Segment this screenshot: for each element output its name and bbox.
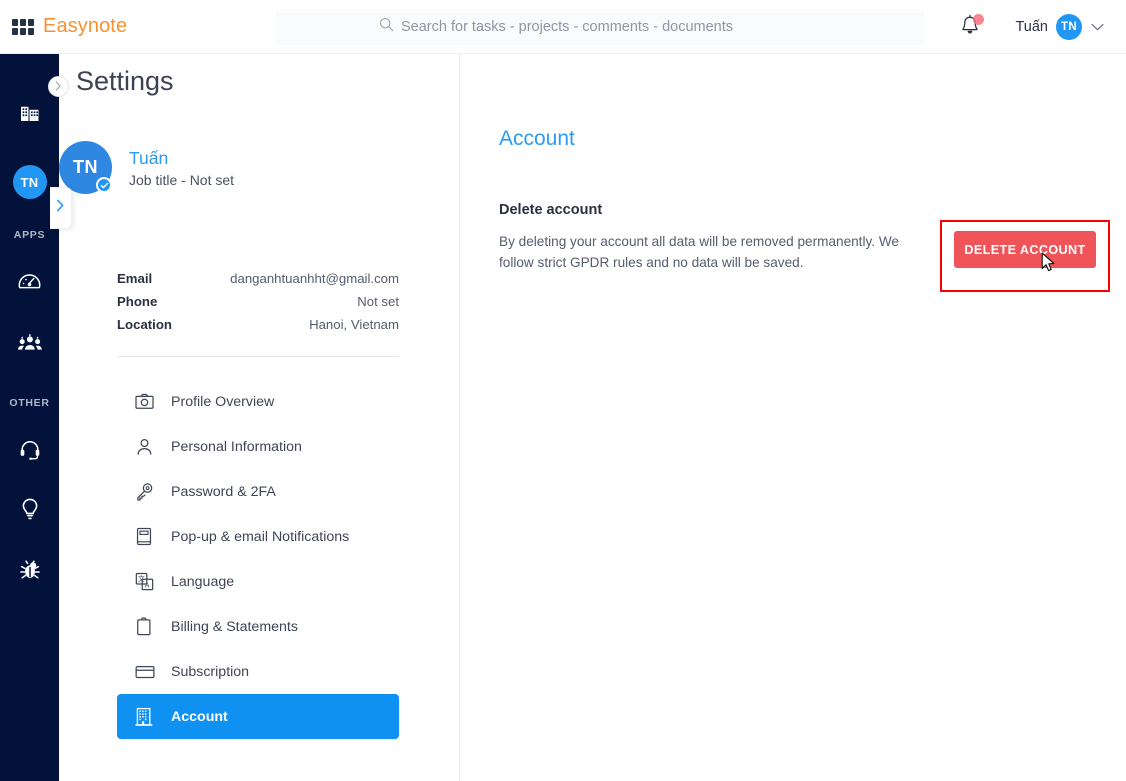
app-grid-icon[interactable] bbox=[12, 18, 34, 35]
sidebar-expand-tab[interactable] bbox=[50, 187, 72, 229]
menu-item-label: Account bbox=[171, 708, 228, 725]
info-row-location: Location Hanoi, Vietnam bbox=[117, 317, 399, 332]
sidebar-item-language[interactable]: 文 A Language bbox=[117, 559, 399, 604]
top-right-area: Tuấn TN bbox=[959, 0, 1104, 54]
headset-support-icon bbox=[18, 438, 42, 467]
menu-item-label: Subscription bbox=[171, 663, 250, 680]
clipboard-icon bbox=[135, 617, 161, 636]
profile-name[interactable]: Tuấn bbox=[129, 147, 234, 170]
info-key: Email bbox=[117, 271, 153, 286]
notification-document-icon bbox=[135, 527, 161, 546]
sidebar-item-notifications[interactable]: Pop-up & email Notifications bbox=[117, 514, 399, 559]
profile-meta: Tuấn Job title - Not set bbox=[129, 147, 234, 189]
profile-avatar-wrap[interactable]: TN bbox=[59, 141, 112, 194]
svg-text:A: A bbox=[145, 583, 150, 590]
search-inner bbox=[379, 17, 821, 37]
dashboard-icon bbox=[17, 270, 42, 300]
search-bar[interactable] bbox=[276, 9, 924, 45]
sidebar-section-apps: APPS bbox=[13, 229, 46, 241]
profile-info-table: Email danganhtuanhht@gmail.com Phone Not… bbox=[117, 271, 399, 340]
avatar[interactable]: TN bbox=[1056, 14, 1082, 40]
menu-item-label: Profile Overview bbox=[171, 393, 275, 410]
sidebar-item-password-2fa[interactable]: Password & 2FA bbox=[117, 469, 399, 514]
info-key: Phone bbox=[117, 294, 158, 309]
search-icon bbox=[379, 17, 394, 37]
section-title: Delete account bbox=[499, 202, 603, 218]
left-nav: TN APPS OTHER bbox=[0, 54, 59, 781]
user-name-label: Tuấn bbox=[1015, 19, 1048, 35]
app-root: Easynote Search for tasks - projects - c… bbox=[0, 0, 1126, 781]
notification-dot bbox=[973, 14, 985, 25]
content-panel: Account Delete account By deleting your … bbox=[461, 54, 1126, 781]
language-translate-icon: 文 A bbox=[135, 572, 161, 591]
brand-name: Easynote bbox=[43, 15, 128, 37]
key-icon bbox=[135, 482, 161, 501]
sidebar-item-account[interactable]: Account bbox=[117, 694, 399, 739]
menu-item-label: Password & 2FA bbox=[171, 483, 276, 500]
sidebar-item-personal-information[interactable]: Personal Information bbox=[117, 424, 399, 469]
people-group-icon bbox=[17, 332, 43, 359]
info-row-email: Email danganhtuanhht@gmail.com bbox=[117, 271, 399, 286]
profile-summary: TN Tuấn Job title - Not set bbox=[59, 141, 234, 194]
sidebar-item-workspace[interactable] bbox=[0, 92, 59, 136]
sidebar-item-dashboard[interactable] bbox=[0, 263, 59, 307]
info-value: Hanoi, Vietnam bbox=[309, 317, 399, 332]
info-key: Location bbox=[117, 317, 172, 332]
profile-job-title: Job title - Not set bbox=[129, 172, 235, 189]
info-value: Not set bbox=[357, 294, 399, 309]
building-icon bbox=[135, 707, 161, 727]
top-bar: Easynote Search for tasks - projects - c… bbox=[0, 0, 1126, 54]
search-input[interactable] bbox=[401, 19, 821, 35]
sidebar-item-profile-overview[interactable]: Profile Overview bbox=[117, 379, 399, 424]
sidebar-section-other: OTHER bbox=[9, 397, 50, 409]
chevron-down-icon[interactable] bbox=[1091, 18, 1104, 36]
menu-item-label: Billing & Statements bbox=[171, 618, 298, 635]
delete-account-button[interactable]: DELETE ACCOUNT bbox=[954, 231, 1096, 268]
camera-icon bbox=[135, 393, 161, 410]
menu-item-label: Language bbox=[171, 573, 235, 590]
sidebar-collapse-button[interactable] bbox=[48, 76, 69, 97]
sidebar-item-bug[interactable] bbox=[0, 550, 59, 594]
info-row-phone: Phone Not set bbox=[117, 294, 399, 309]
lightbulb-idea-icon bbox=[19, 497, 41, 527]
bell-icon[interactable] bbox=[959, 14, 985, 40]
building-icon bbox=[18, 100, 42, 129]
chevron-right-icon bbox=[55, 78, 62, 96]
brand-logo[interactable]: Easynote bbox=[12, 15, 127, 38]
content-title: Account bbox=[499, 127, 575, 150]
credit-card-icon bbox=[135, 664, 161, 680]
sidebar-item-support[interactable] bbox=[0, 430, 59, 474]
mouse-cursor bbox=[1041, 252, 1057, 279]
section-description: By deleting your account all data will b… bbox=[499, 234, 899, 270]
sidebar-item-people[interactable] bbox=[0, 323, 59, 367]
info-value: danganhtuanhht@gmail.com bbox=[230, 271, 399, 286]
sidebar-item-ideas[interactable] bbox=[0, 490, 59, 534]
check-badge-icon bbox=[96, 177, 112, 193]
menu-item-label: Personal Information bbox=[171, 438, 302, 455]
sidebar-item-subscription[interactable]: Subscription bbox=[117, 649, 399, 694]
sidebar-item-billing[interactable]: Billing & Statements bbox=[117, 604, 399, 649]
page-title: Settings bbox=[76, 66, 174, 96]
settings-menu: Profile Overview Personal Information Pa… bbox=[117, 379, 399, 739]
divider bbox=[117, 356, 399, 357]
bug-icon bbox=[18, 558, 42, 587]
sidebar-avatar[interactable]: TN bbox=[12, 165, 47, 199]
menu-item-label: Pop-up & email Notifications bbox=[171, 528, 350, 545]
person-icon bbox=[135, 437, 161, 456]
chevron-right-icon bbox=[56, 199, 65, 217]
